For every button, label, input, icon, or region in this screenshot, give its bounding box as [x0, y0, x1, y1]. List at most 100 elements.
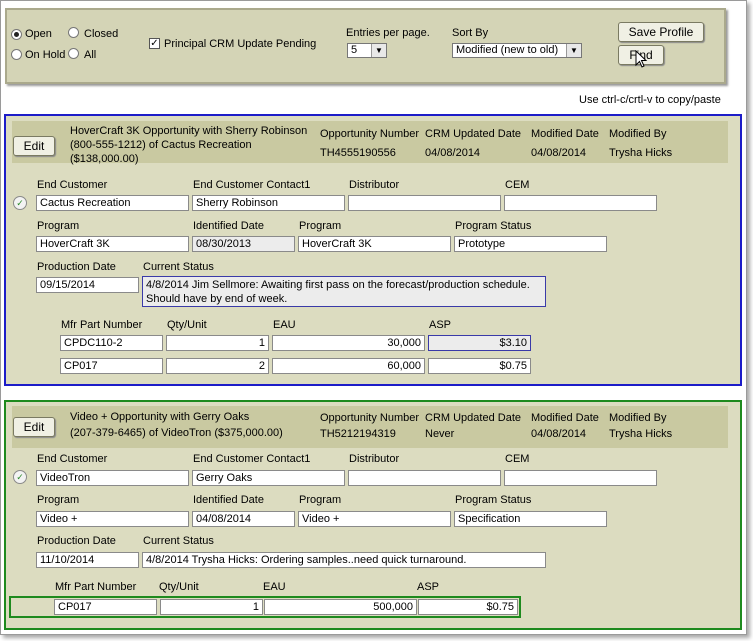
opportunity-title-line2: (207-379-6465) of VideoTron ($375,000.00…: [70, 427, 283, 439]
program-field[interactable]: HoverCraft 3K: [36, 236, 189, 252]
identified-date-field[interactable]: 04/08/2014: [192, 511, 295, 527]
end-customer-label: End Customer: [37, 179, 108, 191]
production-date-label: Production Date: [37, 261, 116, 273]
cem-field[interactable]: [504, 470, 657, 486]
modified-date-label: Modified Date: [531, 412, 599, 424]
mfr-part-field[interactable]: CP017: [54, 599, 157, 615]
mfr-part-label: Mfr Part Number: [61, 319, 143, 331]
distributor-label: Distributor: [349, 179, 400, 191]
program2-field[interactable]: Video +: [298, 511, 451, 527]
sortby-value: Modified (new to old): [456, 44, 559, 56]
distributor-label: Distributor: [349, 453, 400, 465]
sortby-select[interactable]: Modified (new to old) ▼: [452, 43, 582, 58]
modified-by-value: Trysha Hicks: [609, 428, 673, 440]
cem-label: CEM: [505, 179, 530, 191]
current-status-label: Current Status: [143, 535, 214, 547]
identified-date-field[interactable]: 08/30/2013: [192, 236, 295, 252]
program-status-label: Program Status: [455, 220, 532, 232]
end-customer-field[interactable]: Cactus Recreation: [36, 195, 189, 211]
edit-button[interactable]: Edit: [13, 417, 55, 437]
end-customer-contact-field[interactable]: Gerry Oaks: [192, 470, 345, 486]
modified-by-value: Trysha Hicks: [609, 147, 673, 159]
status-closed-radio[interactable]: [68, 27, 79, 38]
modified-by-label: Modified By: [609, 412, 667, 424]
production-date-label: Production Date: [37, 535, 116, 547]
crm-updated-value: Never: [425, 428, 455, 440]
pending-checkbox[interactable]: ✓: [149, 38, 160, 49]
program-status-field[interactable]: Specification: [454, 511, 607, 527]
program2-label: Program: [299, 494, 342, 506]
opportunity-title-line2: (800-555-1212) of Cactus Recreation: [70, 139, 252, 151]
end-customer-contact-field[interactable]: Sherry Robinson: [192, 195, 345, 211]
qty-unit-field[interactable]: 1: [166, 335, 269, 351]
end-customer-contact-label: End Customer Contact1: [193, 179, 311, 191]
program-label: Program: [37, 494, 80, 506]
production-date-field[interactable]: 09/15/2014: [36, 277, 139, 293]
save-profile-button[interactable]: Save Profile: [618, 22, 704, 42]
program-status-field[interactable]: Prototype: [454, 236, 607, 252]
check-circle-icon: ✓: [13, 196, 27, 210]
cursor-icon: [635, 50, 648, 68]
program2-field[interactable]: HoverCraft 3K: [298, 236, 451, 252]
eau-field[interactable]: 30,000: [272, 335, 425, 351]
mfr-part-field[interactable]: CP017: [60, 358, 163, 374]
cem-field[interactable]: [504, 195, 657, 211]
crm-updated-label: CRM Updated Date: [425, 412, 521, 424]
qty-unit-field[interactable]: 1: [160, 599, 263, 615]
asp-field[interactable]: $0.75: [418, 599, 518, 615]
program2-label: Program: [299, 220, 342, 232]
crm-updated-label: CRM Updated Date: [425, 128, 521, 140]
entries-select[interactable]: 5 ▼: [347, 43, 387, 58]
sortby-label: Sort By: [452, 27, 489, 39]
qty-unit-field[interactable]: 2: [166, 358, 269, 374]
mfr-part-label: Mfr Part Number: [55, 581, 137, 593]
asp-field[interactable]: $0.75: [428, 358, 531, 374]
opportunity-title-line1: HoverCraft 3K Opportunity with Sherry Ro…: [70, 125, 308, 137]
current-status-field[interactable]: 4/8/2014 Trysha Hicks: Ordering samples.…: [142, 552, 546, 568]
qty-unit-label: Qty/Unit: [159, 581, 199, 593]
identified-date-label: Identified Date: [193, 220, 264, 232]
opportunity-number-label: Opportunity Number: [320, 412, 420, 424]
program-field[interactable]: Video +: [36, 511, 189, 527]
distributor-field[interactable]: [348, 195, 501, 211]
qty-unit-label: Qty/Unit: [167, 319, 207, 331]
crm-updated-value: 04/08/2014: [425, 147, 481, 159]
eau-field[interactable]: 60,000: [272, 358, 425, 374]
opportunity-title-line1: Video + Opportunity with Gerry Oaks: [70, 411, 250, 423]
pending-label: Principal CRM Update Pending: [164, 38, 317, 50]
opportunity-card: Edit HoverCraft 3K Opportunity with Sher…: [4, 114, 742, 386]
production-date-field[interactable]: 11/10/2014: [36, 552, 139, 568]
entries-label: Entries per page.: [346, 27, 430, 39]
mfr-part-field[interactable]: CPDC110-2: [60, 335, 163, 351]
modified-by-label: Modified By: [609, 128, 667, 140]
asp-field[interactable]: $3.10: [428, 335, 531, 351]
status-all-label: All: [84, 49, 97, 61]
opportunity-title-line3: ($138,000.00): [70, 153, 139, 165]
eau-field[interactable]: 500,000: [264, 599, 417, 615]
end-customer-contact-label: End Customer Contact1: [193, 453, 311, 465]
status-onhold-label: On Hold: [25, 49, 66, 61]
eau-label: EAU: [263, 581, 286, 593]
status-all-radio[interactable]: [68, 48, 79, 59]
distributor-field[interactable]: [348, 470, 501, 486]
chevron-down-icon: ▼: [566, 44, 581, 57]
check-circle-icon: ✓: [13, 470, 27, 484]
copy-paste-hint: Use ctrl-c/crtl-v to copy/paste: [579, 94, 721, 106]
modified-date-value: 04/08/2014: [531, 428, 587, 440]
current-status-label: Current Status: [143, 261, 214, 273]
modified-date-label: Modified Date: [531, 128, 599, 140]
end-customer-field[interactable]: VideoTron: [36, 470, 189, 486]
status-open-radio[interactable]: [11, 29, 22, 40]
opportunity-number-label: Opportunity Number: [320, 128, 420, 140]
modified-date-value: 04/08/2014: [531, 147, 587, 159]
opportunity-number-value: TH5212194319: [320, 428, 396, 440]
end-customer-label: End Customer: [37, 453, 108, 465]
current-status-field[interactable]: 4/8/2014 Jim Sellmore: Awaiting first pa…: [142, 276, 546, 307]
asp-label: ASP: [417, 581, 440, 593]
status-onhold-radio[interactable]: [11, 49, 22, 60]
edit-button[interactable]: Edit: [13, 136, 55, 156]
status-open-label: Open: [25, 28, 52, 40]
entries-value: 5: [351, 44, 358, 56]
program-label: Program: [37, 220, 80, 232]
chevron-down-icon: ▼: [371, 44, 386, 57]
